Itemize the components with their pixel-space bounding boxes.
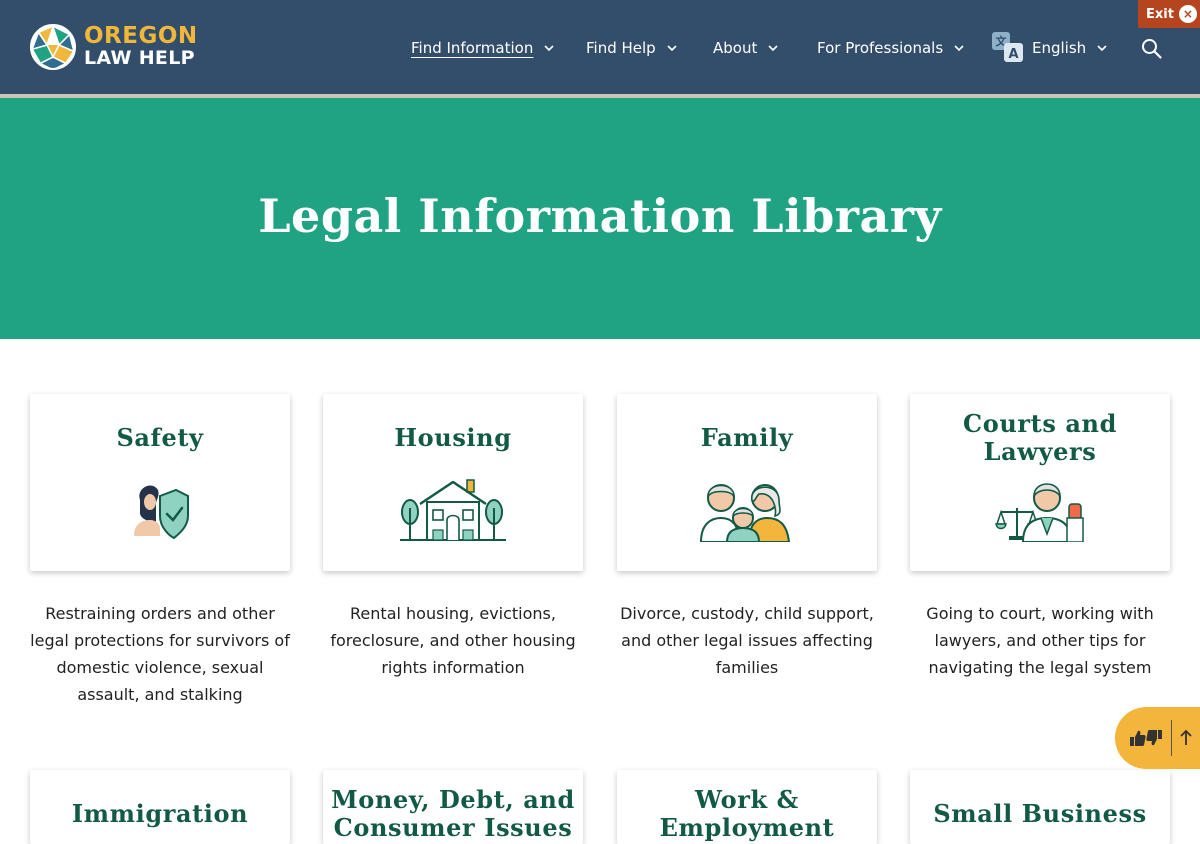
page-title: Legal Information Library <box>258 189 942 243</box>
category-card-safety[interactable]: Safety <box>30 394 290 571</box>
card-title: Courts and Lawyers <box>963 409 1117 466</box>
card-title: Work & Employment <box>659 785 835 842</box>
category-card-housing[interactable]: Housing <box>323 394 583 571</box>
nav-find-information-label: Find Information <box>411 39 534 57</box>
category-card-immigration[interactable]: Immigration <box>30 770 290 844</box>
card-title: Small Business <box>933 799 1147 828</box>
category-card-family[interactable]: Family <box>617 394 877 571</box>
logo-globe-icon <box>30 24 76 70</box>
category-card-work-employment[interactable]: Work & Employment <box>617 770 877 844</box>
nav-about[interactable]: About <box>713 36 779 60</box>
card-description-housing: Rental housing, evictions, foreclosure, … <box>330 604 576 677</box>
category-card-courts-and-lawyers[interactable]: Courts and Lawyers <box>910 394 1170 571</box>
logo-title-line2: LAW HELP <box>84 47 195 69</box>
nav-find-help[interactable]: Find Help <box>586 36 678 60</box>
family-icon <box>699 484 791 542</box>
nav-for-professionals[interactable]: For Professionals <box>817 36 965 60</box>
language-label: English <box>1032 39 1087 57</box>
back-to-top-arrow-icon[interactable] <box>1178 729 1194 747</box>
category-card-small-business[interactable]: Small Business <box>910 770 1170 844</box>
thumbs-up-down-icon[interactable] <box>1128 729 1164 747</box>
quick-exit-button[interactable]: Exit × <box>1138 0 1200 28</box>
language-selector[interactable]: English <box>1032 36 1108 60</box>
chevron-down-icon <box>1097 45 1107 52</box>
house-icon <box>400 479 506 541</box>
card-title: Housing <box>394 423 512 452</box>
hero-banner: Legal Information Library <box>0 98 1200 339</box>
card-title: Family <box>700 423 794 452</box>
card-title: Immigration <box>71 799 249 828</box>
site-logo[interactable]: OREGON LAW HELP <box>29 23 198 71</box>
nav-find-help-label: Find Help <box>586 39 656 57</box>
card-title: Money, Debt, and Consumer Issues <box>331 785 575 842</box>
translate-icon[interactable]: 文 A <box>990 30 1026 64</box>
chevron-down-icon <box>768 45 778 52</box>
search-icon[interactable] <box>1141 38 1162 59</box>
chevron-down-icon <box>544 45 554 52</box>
svg-text:A: A <box>1008 47 1018 62</box>
card-description-courts-and-lawyers: Going to court, working with lawyers, an… <box>926 604 1154 677</box>
nav-for-professionals-label: For Professionals <box>817 39 944 57</box>
exit-label: Exit <box>1146 6 1174 22</box>
nav-about-label: About <box>713 39 758 57</box>
nav-find-information[interactable]: Find Information <box>411 36 555 60</box>
chevron-down-icon <box>954 45 964 52</box>
card-title: Safety <box>116 423 204 452</box>
category-card-money-debt-consumer[interactable]: Money, Debt, and Consumer Issues <box>323 770 583 844</box>
feedback-divider <box>1171 720 1172 756</box>
logo-title-line1: OREGON <box>84 23 198 49</box>
card-description-safety: Restraining orders and other legal prote… <box>30 604 290 704</box>
courts-lawyers-icon <box>995 483 1084 542</box>
feedback-widget <box>1115 707 1200 769</box>
card-description-family: Divorce, custody, child support, and oth… <box>620 604 874 677</box>
chevron-down-icon <box>667 45 677 52</box>
site-header: OREGON LAW HELP Find Information Find He… <box>0 0 1200 94</box>
close-icon: × <box>1178 5 1197 23</box>
safety-shield-icon <box>134 485 189 540</box>
